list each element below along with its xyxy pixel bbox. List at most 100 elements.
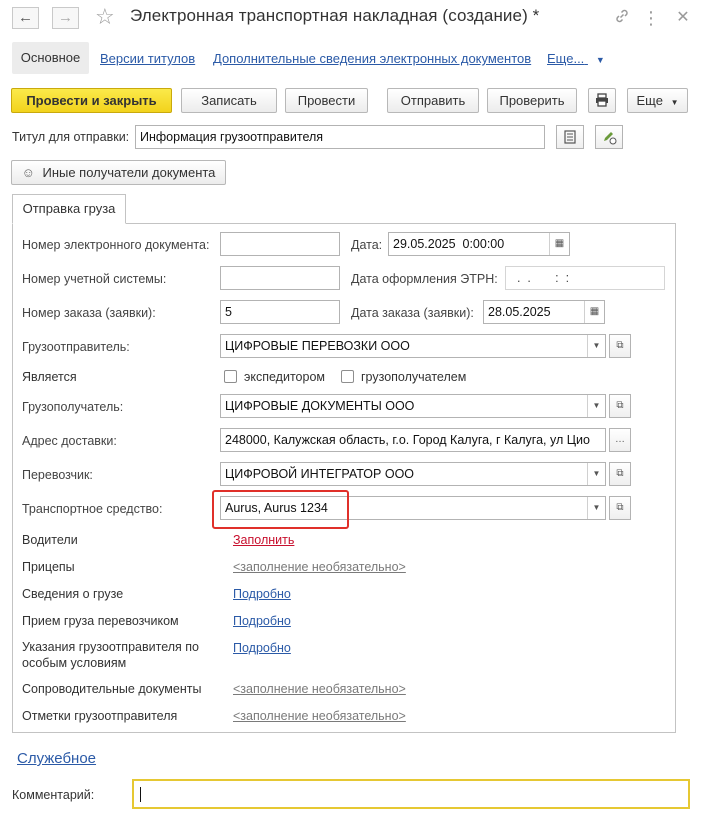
chevron-down-icon: ▼ <box>595 55 605 65</box>
dropdown-icon[interactable]: ▼ <box>587 497 605 519</box>
service-section-link[interactable]: Служебное <box>17 750 96 767</box>
more-vert-icon[interactable]: ⋮ <box>641 8 661 28</box>
drivers-fill-link[interactable]: Заполнить <box>233 533 294 547</box>
address-select-button[interactable]: … <box>609 428 631 452</box>
cargo-label: Сведения о грузе <box>22 587 124 601</box>
shipper-value: ЦИФРОВЫЕ ПЕРЕВОЗКИ ООО <box>225 339 410 353</box>
calendar-icon[interactable]: ▦ <box>549 233 569 255</box>
open-form-icon: ⧉ <box>616 502 624 513</box>
doc-number-field[interactable] <box>220 232 340 256</box>
tab-more[interactable]: Еще... ▼ <box>547 51 605 66</box>
arrow-left-icon: ← <box>18 9 33 26</box>
send-button[interactable]: Отправить <box>387 88 479 113</box>
tab-additional-info[interactable]: Дополнительные сведения электронных доку… <box>213 51 531 66</box>
more-button[interactable]: Еще ▼ <box>627 88 688 113</box>
instructions-label-line1: Указания грузоотправителя по <box>22 640 199 654</box>
consignee-cb-label[interactable]: грузополучателем <box>361 370 466 384</box>
order-number-field[interactable]: 5 <box>220 300 340 324</box>
acceptance-label: Прием груза перевозчиком <box>22 614 179 628</box>
doc-number-label: Номер электронного документа: <box>22 238 210 252</box>
cargo-details-link[interactable]: Подробно <box>233 587 291 601</box>
address-field[interactable]: 248000, Калужская область, г.о. Город Ка… <box>220 428 606 452</box>
shipper-open-button[interactable]: ⧉ <box>609 334 631 358</box>
ellipsis-icon: … <box>615 434 625 445</box>
title-for-send-field[interactable]: Информация грузоотправителя <box>135 125 545 149</box>
forward-button[interactable]: → <box>52 7 79 29</box>
carrier-label: Перевозчик: <box>22 468 93 482</box>
instructions-label-line2: особым условиям <box>22 656 127 670</box>
order-date-field[interactable]: 28.05.2025 ▦ <box>483 300 605 324</box>
list-button[interactable] <box>556 125 584 149</box>
tab-shipment[interactable]: Отправка груза <box>12 194 126 224</box>
comment-field[interactable] <box>132 779 690 809</box>
carrier-open-button[interactable]: ⧉ <box>609 462 631 486</box>
marks-label: Отметки грузоотправителя <box>22 709 178 723</box>
date-label: Дата: <box>351 238 383 252</box>
more-label: Еще <box>636 93 663 108</box>
open-form-icon: ⧉ <box>616 340 624 351</box>
trailers-link[interactable]: <заполнение необязательно> <box>233 560 406 574</box>
post-and-close-button[interactable]: Провести и закрыть <box>11 88 172 113</box>
dropdown-icon[interactable]: ▼ <box>587 395 605 417</box>
open-form-icon: ⧉ <box>616 400 624 411</box>
pencil-check-icon <box>601 132 617 148</box>
trailers-label: Прицепы <box>22 560 75 574</box>
consignee-field[interactable]: ЦИФРОВЫЕ ДОКУМЕНТЫ ООО ▼ <box>220 394 606 418</box>
order-date-label: Дата заказа (заявки): <box>351 306 474 320</box>
link-icon[interactable] <box>612 8 632 28</box>
save-button[interactable]: Записать <box>181 88 277 113</box>
date-value: 29.05.2025 0:00:00 <box>393 237 505 251</box>
title-for-send-label: Титул для отправки: <box>12 130 130 144</box>
order-number-label: Номер заказа (заявки): <box>22 306 156 320</box>
etrn-date-label: Дата оформления ЭТРН: <box>351 272 498 286</box>
tab-more-label: Еще... <box>547 51 585 66</box>
text-cursor <box>140 787 141 802</box>
list-icon <box>564 130 576 147</box>
other-recipients-button[interactable]: ☺ Иные получатели документа <box>11 160 226 185</box>
consignee-label: Грузополучатель: <box>22 400 124 414</box>
shipper-field[interactable]: ЦИФРОВЫЕ ПЕРЕВОЗКИ ООО ▼ <box>220 334 606 358</box>
docs-link[interactable]: <заполнение необязательно> <box>233 682 406 696</box>
order-date-value: 28.05.2025 <box>488 305 551 319</box>
consignee-open-button[interactable]: ⧉ <box>609 394 631 418</box>
carrier-field[interactable]: ЦИФРОВОЙ ИНТЕГРАТОР ООО ▼ <box>220 462 606 486</box>
is-label: Является <box>22 370 77 384</box>
star-icon[interactable]: ☆ <box>95 4 115 30</box>
marks-link[interactable]: <заполнение необязательно> <box>233 709 406 723</box>
instructions-details-link[interactable]: Подробно <box>233 641 291 655</box>
post-button[interactable]: Провести <box>285 88 368 113</box>
dropdown-icon[interactable]: ▼ <box>587 463 605 485</box>
users-icon: ☺ <box>21 165 35 180</box>
etrn-date-field[interactable]: . . : : <box>505 266 665 290</box>
drivers-label: Водители <box>22 533 78 547</box>
dropdown-icon[interactable]: ▼ <box>587 335 605 357</box>
back-button[interactable]: ← <box>12 7 39 29</box>
consignee-checkbox[interactable] <box>341 370 354 383</box>
address-label: Адрес доставки: <box>22 434 117 448</box>
window-title: Электронная транспортная накладная (созд… <box>130 6 540 25</box>
open-form-icon: ⧉ <box>616 468 624 479</box>
printer-icon <box>595 93 609 110</box>
check-button[interactable]: Проверить <box>487 88 577 113</box>
edit-sign-button[interactable] <box>595 125 623 149</box>
vehicle-label: Транспортное средство: <box>22 502 163 516</box>
acceptance-details-link[interactable]: Подробно <box>233 614 291 628</box>
shipper-label: Грузоотправитель: <box>22 340 130 354</box>
forwarder-label[interactable]: экспедитором <box>244 370 325 384</box>
acct-number-field[interactable] <box>220 266 340 290</box>
vehicle-highlight-box <box>212 490 349 529</box>
carrier-value: ЦИФРОВОЙ ИНТЕГРАТОР ООО <box>225 467 415 481</box>
comment-label: Комментарий: <box>12 788 95 802</box>
calendar-icon[interactable]: ▦ <box>584 301 604 323</box>
tab-main[interactable]: Основное <box>12 42 89 74</box>
vehicle-open-button[interactable]: ⧉ <box>609 496 631 520</box>
other-recipients-label: Иные получатели документа <box>42 165 216 180</box>
etrn-date-value: . . : : <box>510 271 570 285</box>
tab-title-versions[interactable]: Версии титулов <box>100 51 195 66</box>
print-button[interactable] <box>588 88 616 113</box>
close-icon[interactable]: ✕ <box>673 8 693 28</box>
docs-label: Сопроводительные документы <box>22 682 202 696</box>
forwarder-checkbox[interactable] <box>224 370 237 383</box>
date-field[interactable]: 29.05.2025 0:00:00 ▦ <box>388 232 570 256</box>
arrow-right-icon: → <box>58 9 73 26</box>
